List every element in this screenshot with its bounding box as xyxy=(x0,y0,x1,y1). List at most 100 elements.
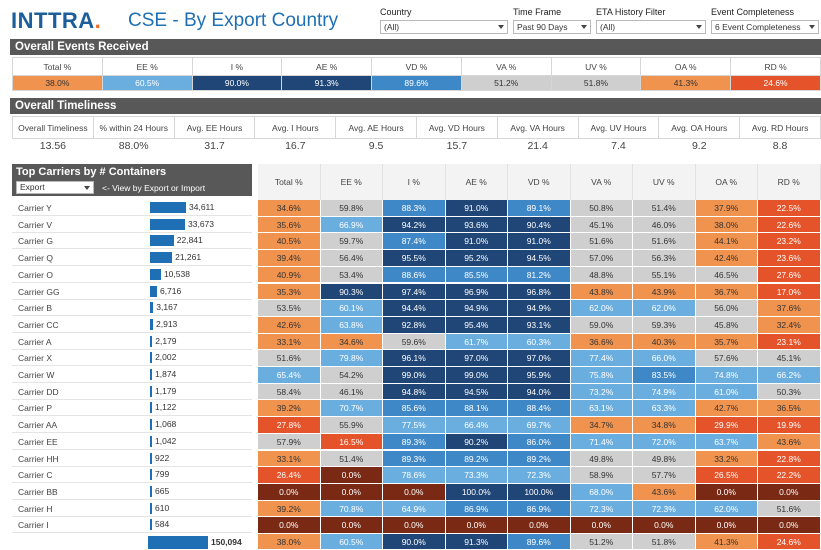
matrix-cell[interactable]: 77.5% xyxy=(383,417,446,434)
matrix-cell[interactable]: 34.6% xyxy=(320,333,383,351)
matrix-cell[interactable]: 66.4% xyxy=(445,417,508,434)
matrix-cell[interactable]: 50.3% xyxy=(758,383,821,401)
matrix-cell[interactable]: 0.0% xyxy=(695,483,758,501)
matrix-cell[interactable]: 29.9% xyxy=(695,417,758,434)
carrier-row[interactable]: Carrier B 3,167 xyxy=(12,300,252,317)
matrix-cell[interactable]: 0.0% xyxy=(508,517,571,534)
carrier-row[interactable]: Carrier Q 21,261 xyxy=(12,250,252,267)
matrix-cell[interactable]: 72.3% xyxy=(633,500,696,518)
matrix-cell[interactable]: 43.6% xyxy=(633,483,696,501)
carrier-row[interactable]: Carrier X 2,002 xyxy=(12,350,252,367)
matrix-cell[interactable]: 90.4% xyxy=(508,216,571,234)
matrix-cell[interactable]: 70.8% xyxy=(320,500,383,518)
matrix-cell[interactable]: 96.9% xyxy=(445,283,508,301)
matrix-cell[interactable]: 94.5% xyxy=(508,250,571,267)
matrix-cell[interactable]: 93.1% xyxy=(508,316,571,334)
matrix-cell[interactable]: 44.1% xyxy=(695,233,758,251)
matrix-cell[interactable]: 34.6% xyxy=(258,200,321,217)
matrix-cell[interactable]: 57.0% xyxy=(570,250,633,267)
matrix-cell[interactable]: 69.7% xyxy=(508,417,571,434)
matrix-cell[interactable]: 26.4% xyxy=(258,467,321,484)
matrix-cell[interactable]: 45.1% xyxy=(758,350,821,367)
matrix-cell[interactable]: 45.1% xyxy=(570,216,633,234)
matrix-cell[interactable]: 95.5% xyxy=(383,250,446,267)
matrix-cell[interactable]: 90.2% xyxy=(445,433,508,451)
matrix-cell[interactable]: 65.4% xyxy=(258,367,321,384)
matrix-cell[interactable]: 0.0% xyxy=(758,517,821,534)
matrix-cell[interactable]: 89.1% xyxy=(508,200,571,217)
matrix-cell[interactable]: 88.3% xyxy=(383,200,446,217)
matrix-cell[interactable]: 56.0% xyxy=(695,300,758,317)
matrix-cell[interactable]: 63.3% xyxy=(633,400,696,418)
matrix-cell[interactable]: 91.0% xyxy=(508,233,571,251)
matrix-cell[interactable]: 59.6% xyxy=(383,333,446,351)
matrix-cell[interactable]: 62.0% xyxy=(695,500,758,518)
matrix-cell[interactable]: 27.6% xyxy=(758,266,821,284)
matrix-cell[interactable]: 38.0% xyxy=(695,216,758,234)
matrix-cell[interactable]: 0.0% xyxy=(445,517,508,534)
matrix-cell[interactable]: 40.9% xyxy=(258,266,321,284)
matrix-cell[interactable]: 62.0% xyxy=(570,300,633,317)
matrix-cell[interactable]: 58.4% xyxy=(258,383,321,401)
view-by-export-import-link[interactable]: <- View by Export or Import xyxy=(102,183,205,193)
matrix-cell[interactable]: 97.4% xyxy=(383,283,446,301)
matrix-cell[interactable]: 35.6% xyxy=(258,216,321,234)
matrix-cell[interactable]: 46.1% xyxy=(320,383,383,401)
carrier-row[interactable]: Carrier V 33,673 xyxy=(12,217,252,233)
matrix-cell[interactable]: 99.0% xyxy=(445,367,508,384)
matrix-cell[interactable]: 0.0% xyxy=(320,467,383,484)
matrix-cell[interactable]: 94.4% xyxy=(383,300,446,317)
matrix-cell[interactable]: 56.3% xyxy=(633,250,696,267)
matrix-cell[interactable]: 54.2% xyxy=(320,367,383,384)
matrix-cell[interactable]: 27.8% xyxy=(258,417,321,434)
matrix-cell[interactable]: 88.6% xyxy=(383,266,446,284)
matrix-cell[interactable]: 95.4% xyxy=(445,316,508,334)
matrix-cell[interactable]: 22.8% xyxy=(758,450,821,468)
matrix-cell[interactable]: 91.0% xyxy=(445,200,508,217)
matrix-cell[interactable]: 83.5% xyxy=(633,367,696,384)
matrix-cell[interactable]: 89.2% xyxy=(445,450,508,468)
matrix-cell[interactable]: 72.0% xyxy=(633,433,696,451)
carrier-row[interactable]: Carrier C 799 xyxy=(12,467,252,484)
matrix-cell[interactable]: 39.4% xyxy=(258,250,321,267)
matrix-cell[interactable]: 45.8% xyxy=(695,316,758,334)
matrix-cell[interactable]: 22.5% xyxy=(758,200,821,217)
matrix-cell[interactable]: 42.6% xyxy=(258,316,321,334)
matrix-cell[interactable]: 34.7% xyxy=(570,417,633,434)
matrix-cell[interactable]: 33.2% xyxy=(695,450,758,468)
carrier-row[interactable]: Carrier G 22,841 xyxy=(12,233,252,250)
matrix-cell[interactable]: 57.6% xyxy=(695,350,758,367)
carrier-row[interactable]: Carrier GG 6,716 xyxy=(12,284,252,300)
matrix-cell[interactable]: 57.7% xyxy=(633,467,696,484)
matrix-cell[interactable]: 34.8% xyxy=(633,417,696,434)
carrier-row[interactable]: Carrier EE 1,042 xyxy=(12,434,252,450)
matrix-cell[interactable]: 53.4% xyxy=(320,266,383,284)
matrix-cell[interactable]: 89.2% xyxy=(508,450,571,468)
matrix-cell[interactable]: 79.8% xyxy=(320,350,383,367)
matrix-cell[interactable]: 63.8% xyxy=(320,316,383,334)
carrier-row[interactable]: Carrier CC 2,913 xyxy=(12,317,252,333)
carrier-row[interactable]: Carrier Y 34,611 xyxy=(12,200,252,216)
matrix-cell[interactable]: 60.1% xyxy=(320,300,383,317)
matrix-cell[interactable]: 22.6% xyxy=(758,216,821,234)
matrix-cell[interactable]: 0.0% xyxy=(383,483,446,501)
matrix-cell[interactable]: 0.0% xyxy=(320,517,383,534)
carrier-row[interactable]: Carrier AA 1,068 xyxy=(12,417,252,434)
matrix-cell[interactable]: 94.9% xyxy=(508,300,571,317)
matrix-cell[interactable]: 57.9% xyxy=(258,433,321,451)
matrix-cell[interactable]: 94.5% xyxy=(445,383,508,401)
matrix-cell[interactable]: 59.3% xyxy=(633,316,696,334)
matrix-cell[interactable]: 94.2% xyxy=(383,216,446,234)
matrix-cell[interactable]: 87.4% xyxy=(383,233,446,251)
matrix-cell[interactable]: 0.0% xyxy=(383,517,446,534)
matrix-cell[interactable]: 88.4% xyxy=(508,400,571,418)
matrix-cell[interactable]: 88.1% xyxy=(445,400,508,418)
matrix-cell[interactable]: 0.0% xyxy=(320,483,383,501)
matrix-cell[interactable]: 95.2% xyxy=(445,250,508,267)
matrix-cell[interactable]: 26.5% xyxy=(695,467,758,484)
matrix-cell[interactable]: 0.0% xyxy=(570,517,633,534)
matrix-cell[interactable]: 49.8% xyxy=(570,450,633,468)
matrix-cell[interactable]: 97.0% xyxy=(445,350,508,367)
matrix-cell[interactable]: 78.6% xyxy=(383,467,446,484)
matrix-cell[interactable]: 51.6% xyxy=(758,500,821,518)
